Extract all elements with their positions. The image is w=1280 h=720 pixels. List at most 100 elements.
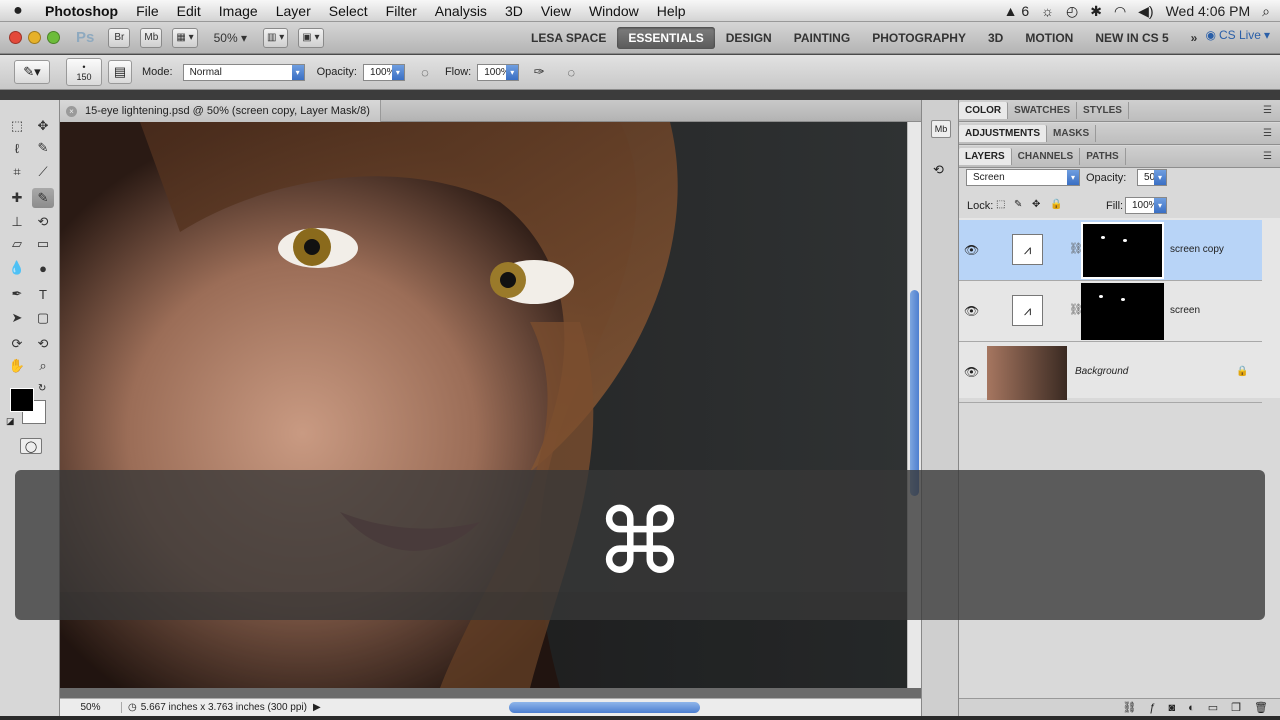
brightness-icon[interactable]: ☼ [1041, 3, 1054, 19]
workspace-essentials[interactable]: ESSENTIALS [617, 27, 715, 49]
blend-mode-select[interactable]: Screen ▾ [966, 169, 1080, 186]
workspace-lesa-space[interactable]: LESA SPACE [520, 27, 617, 49]
eraser-tool-icon[interactable]: ▱ [6, 234, 28, 254]
layer-row-background[interactable]: 👁 Background 🔒 [959, 342, 1262, 403]
mini-bridge-button[interactable]: Mb [140, 27, 163, 48]
foreground-color-swatch[interactable] [10, 388, 34, 412]
swap-colors-icon[interactable]: ↻ [38, 383, 46, 394]
visibility-eye-icon[interactable]: 👁 [964, 365, 979, 379]
tab-styles[interactable]: STYLES [1077, 102, 1129, 119]
horizontal-scroll-thumb[interactable] [509, 702, 700, 713]
quick-mask-icon[interactable]: ◯ [20, 438, 42, 454]
brush-panel-toggle[interactable]: ▤ [108, 60, 132, 84]
link-layers-icon[interactable]: ⛓ [1122, 701, 1136, 714]
zoom-tool-icon[interactable]: ⌕ [32, 356, 54, 376]
time-machine-icon[interactable]: ◴ [1066, 3, 1078, 20]
3d-rotate-tool-icon[interactable]: ⟳ [6, 334, 28, 354]
add-mask-icon[interactable]: ◙ [1168, 702, 1175, 714]
layer-name[interactable]: screen copy [1170, 244, 1224, 255]
workspace-motion[interactable]: MOTION [1014, 27, 1084, 49]
blur-tool-icon[interactable]: 💧 [6, 258, 28, 278]
layer-mask-thumbnail[interactable] [1081, 283, 1164, 340]
new-adjustment-layer-icon[interactable]: ◐ [1188, 702, 1195, 714]
menu-3d[interactable]: 3D [496, 0, 532, 22]
clock-text[interactable]: Wed 4:06 PM [1166, 3, 1251, 19]
close-document-icon[interactable]: × [66, 105, 77, 117]
menu-analysis[interactable]: Analysis [426, 0, 496, 22]
workspace-painting[interactable]: PAINTING [783, 27, 861, 49]
menu-help[interactable]: Help [648, 0, 695, 22]
menu-layer[interactable]: Layer [267, 0, 320, 22]
fill-field[interactable]: 100% ▾ [1125, 197, 1167, 214]
menu-view[interactable]: View [532, 0, 580, 22]
eyedropper-tool-icon[interactable]: ⟋ [32, 162, 54, 182]
brush-preset-picker[interactable]: • 150 [66, 58, 102, 86]
panel-collapse-bar[interactable] [0, 90, 1280, 100]
zoom-window-button[interactable] [47, 31, 60, 44]
minimize-window-button[interactable] [28, 31, 41, 44]
layer-row-screen-copy[interactable]: 👁 ⩘ ⛓ screen copy [959, 220, 1262, 281]
pen-tool-icon[interactable]: ✒ [6, 284, 28, 304]
tablet-size-toggle[interactable]: ◌ [559, 60, 583, 84]
lock-position-icon[interactable]: ✥ [1032, 199, 1040, 210]
workspace-3d[interactable]: 3D [977, 27, 1014, 49]
tab-masks[interactable]: MASKS [1047, 125, 1097, 142]
menu-select[interactable]: Select [320, 0, 377, 22]
history-brush-tool-icon[interactable]: ⟲ [32, 212, 54, 232]
crop-tool-icon[interactable]: ⌗ [6, 162, 28, 182]
healing-brush-tool-icon[interactable]: ✚ [6, 188, 28, 208]
workspace-photography[interactable]: PHOTOGRAPHY [861, 27, 977, 49]
status-preview-icon[interactable]: ◷ [128, 702, 137, 713]
menu-edit[interactable]: Edit [168, 0, 210, 22]
path-selection-tool-icon[interactable]: ➤ [6, 308, 28, 328]
layer-name[interactable]: Background [1075, 366, 1128, 377]
hand-tool-icon[interactable]: ✋ [6, 356, 28, 376]
tab-color[interactable]: COLOR [959, 102, 1009, 119]
lock-pixels-icon[interactable]: ✎ [1014, 199, 1022, 210]
close-window-button[interactable] [9, 31, 22, 44]
lasso-tool-icon[interactable]: ℓ [6, 138, 28, 158]
panel-menu-icon[interactable]: ☰ [1263, 128, 1272, 139]
tab-swatches[interactable]: SWATCHES [1008, 102, 1078, 119]
view-extras-button[interactable]: ▦ ▾ [172, 27, 198, 48]
menu-image[interactable]: Image [210, 0, 267, 22]
layer-name[interactable]: screen [1170, 305, 1200, 316]
flow-field[interactable]: 100% ▾ [477, 63, 520, 81]
volume-icon[interactable]: ◀) [1138, 3, 1153, 20]
apple-menu-icon[interactable]: ● [0, 0, 36, 22]
visibility-eye-icon[interactable]: 👁 [964, 304, 979, 318]
default-colors-icon[interactable]: ◪ [6, 416, 15, 427]
launch-bridge-button[interactable]: Br [108, 27, 131, 48]
mini-bridge-panel-icon[interactable]: Mb [931, 120, 951, 138]
marquee-tool-icon[interactable]: ⬚ [6, 116, 28, 136]
spotlight-search-icon[interactable]: ⌕ [1262, 3, 1270, 20]
panel-menu-icon[interactable]: ☰ [1263, 151, 1272, 162]
screen-mode-button[interactable]: ▣ ▾ [298, 27, 324, 48]
adobe-icon[interactable]: ▲ 6 [1004, 3, 1030, 19]
new-group-icon[interactable]: ▭ [1208, 701, 1218, 714]
workspace-design[interactable]: DESIGN [715, 27, 783, 49]
workspace-overflow-button[interactable]: » [1180, 27, 1209, 49]
panel-menu-icon[interactable]: ☰ [1263, 105, 1272, 116]
visibility-eye-icon[interactable]: 👁 [964, 243, 979, 257]
move-tool-icon[interactable]: ✥ [32, 116, 54, 136]
dodge-tool-icon[interactable]: ● [32, 258, 54, 278]
type-tool-icon[interactable]: T [32, 284, 54, 304]
tablet-opacity-toggle[interactable]: ◌ [413, 60, 437, 84]
bluetooth-icon[interactable]: ✱ [1090, 3, 1102, 20]
tool-preset-picker[interactable]: ✎▾ [14, 60, 50, 84]
zoom-level-select[interactable]: 50% ▾ [214, 31, 247, 45]
menu-filter[interactable]: Filter [377, 0, 426, 22]
menu-file[interactable]: File [127, 0, 168, 22]
lock-all-icon[interactable]: 🔒 [1050, 199, 1062, 210]
clone-stamp-tool-icon[interactable]: ⊥ [6, 212, 28, 232]
status-zoom[interactable]: 50% [60, 702, 122, 713]
tab-channels[interactable]: CHANNELS [1012, 148, 1081, 165]
delete-layer-icon[interactable]: 🗑 [1254, 701, 1268, 714]
arrange-documents-button[interactable]: ▥ ▾ [263, 27, 289, 48]
tab-adjustments[interactable]: ADJUSTMENTS [959, 125, 1048, 142]
document-tab[interactable]: × 15-eye lightening.psd @ 50% (screen co… [60, 100, 381, 122]
layer-style-icon[interactable]: ƒ [1149, 702, 1155, 714]
airbrush-toggle[interactable]: ✑ [527, 60, 551, 84]
history-panel-icon[interactable]: ⟲ [933, 162, 944, 178]
